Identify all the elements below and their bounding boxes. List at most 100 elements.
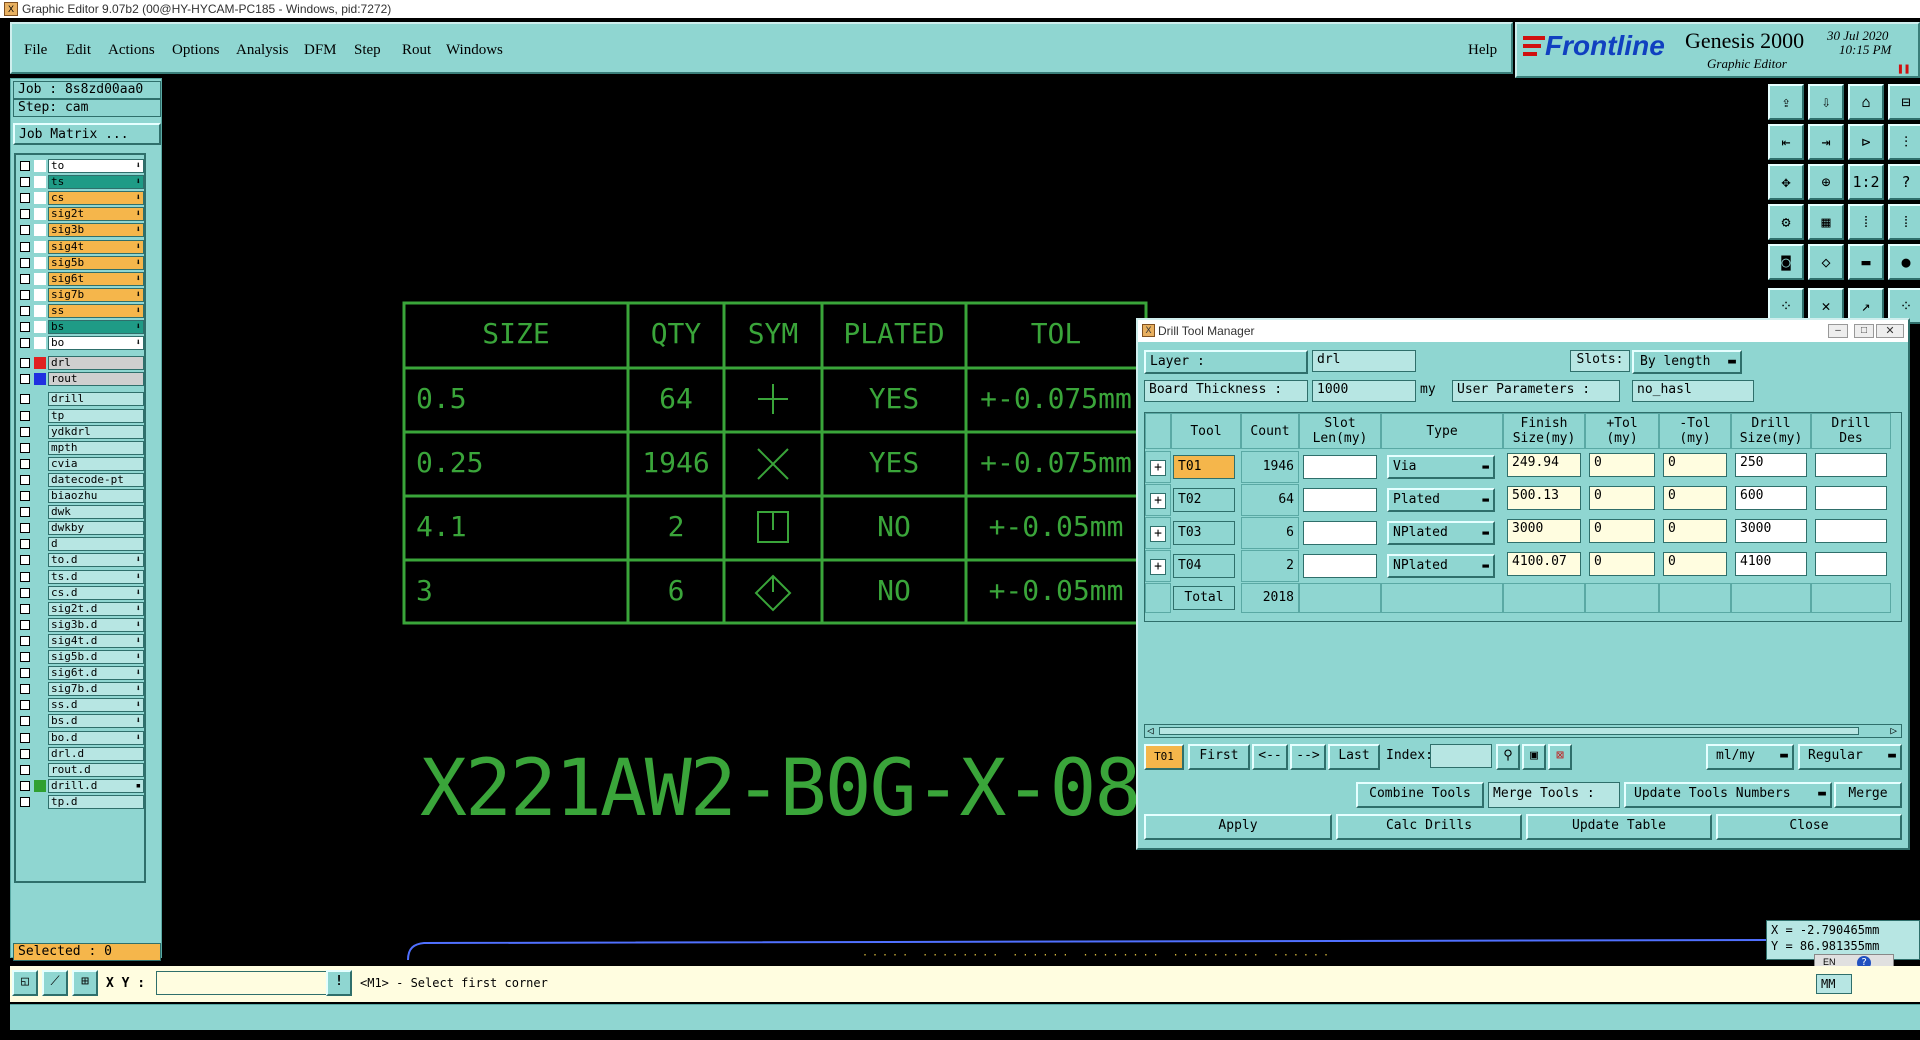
layer-context-icon[interactable]: ⬇: [136, 176, 141, 188]
layer-name[interactable]: dwkby: [48, 521, 144, 536]
close-icon[interactable]: ✕: [1876, 324, 1904, 338]
layer-context-icon[interactable]: ⬇: [136, 635, 141, 647]
layer-row[interactable]: to.d ⬇: [20, 553, 144, 568]
layer-context-icon[interactable]: ⬇: [136, 667, 141, 679]
layer-context-icon[interactable]: ⬇: [136, 289, 141, 301]
layer-checkbox[interactable]: [20, 394, 30, 405]
layer-row[interactable]: bo.d ⬇: [20, 730, 144, 745]
layer-context-icon[interactable]: ⬇: [136, 321, 141, 333]
layer-color-swatch[interactable]: [34, 337, 46, 350]
layer-color-swatch[interactable]: [34, 732, 46, 744]
update-table-button[interactable]: Update Table: [1526, 814, 1712, 840]
settings-icon[interactable]: ⚙: [1768, 204, 1804, 240]
layer-checkbox[interactable]: [20, 796, 30, 807]
layer-context-icon[interactable]: ⬇: [136, 305, 141, 317]
apply-button[interactable]: Apply: [1144, 814, 1332, 840]
minus-tol-input[interactable]: 0: [1663, 486, 1727, 510]
layer-checkbox[interactable]: [20, 289, 30, 300]
layer-checkbox[interactable]: [20, 684, 30, 695]
layer-name[interactable]: ss.d ⬇: [48, 698, 144, 713]
layer-name[interactable]: sig5b.d ⬇: [48, 650, 144, 664]
scroll-left-icon[interactable]: ◁: [1147, 724, 1154, 737]
layer-row[interactable]: bs.d ⬇: [20, 714, 144, 729]
layer-context-icon[interactable]: ⬇: [136, 603, 141, 615]
layer-color-swatch[interactable]: [34, 764, 46, 776]
import-icon[interactable]: ⇤: [1768, 124, 1804, 160]
layer-context-icon[interactable]: ⬇: [136, 732, 141, 744]
layer-row[interactable]: rout: [20, 372, 144, 387]
layer-name[interactable]: cs.d ⬇: [48, 585, 144, 600]
net2-icon[interactable]: ⁞: [1888, 204, 1920, 240]
layer-name[interactable]: sig7b.d ⬇: [48, 682, 144, 697]
layer-name[interactable]: drill.d ▪: [48, 778, 144, 793]
layer-name[interactable]: sig2t.d ⬇: [48, 601, 144, 616]
layer-context-icon[interactable]: ⬇: [136, 699, 141, 711]
layer-color-swatch[interactable]: [34, 587, 46, 599]
menu-analysis[interactable]: Analysis: [236, 42, 289, 59]
alert-icon[interactable]: !: [326, 970, 352, 996]
thickness-field[interactable]: 1000: [1312, 380, 1416, 402]
layer-checkbox[interactable]: [20, 257, 30, 268]
layer-row[interactable]: bo ⬇: [20, 336, 144, 351]
layer-color-swatch[interactable]: [34, 192, 46, 205]
layer-name[interactable]: drl: [48, 356, 144, 371]
grid-tool-icon[interactable]: ⊞: [72, 970, 98, 996]
layer-color-swatch[interactable]: [34, 796, 46, 808]
layer-row[interactable]: rout.d: [20, 762, 144, 777]
layer-name[interactable]: bo ⬇: [48, 336, 144, 351]
xy-input[interactable]: [156, 971, 330, 995]
layer-row[interactable]: sig2t ⬇: [20, 207, 144, 222]
layer-row[interactable]: tp: [20, 408, 144, 423]
export-icon[interactable]: ⇥: [1808, 124, 1844, 160]
layer-context-icon[interactable]: ⬇: [136, 587, 141, 599]
layer-color-swatch[interactable]: [34, 619, 46, 631]
plus-tol-input[interactable]: 0: [1589, 519, 1655, 543]
layer-color-swatch[interactable]: [34, 571, 46, 583]
search-icon[interactable]: ⚲: [1496, 744, 1520, 770]
layer-name[interactable]: sig6t.d ⬇: [48, 666, 144, 681]
layer-name[interactable]: sig6t ⬇: [48, 271, 144, 286]
layer-context-icon[interactable]: ⬇: [136, 571, 141, 583]
close-button[interactable]: Close: [1716, 814, 1902, 840]
menu-file[interactable]: File: [24, 42, 47, 59]
layer-row[interactable]: sig5b ⬇: [20, 255, 144, 270]
layer-color-swatch[interactable]: [34, 321, 46, 333]
layer-color-swatch[interactable]: [34, 393, 46, 405]
scroll-right-icon[interactable]: ▷: [1890, 724, 1897, 737]
layer-context-icon[interactable]: ⬇: [136, 224, 141, 236]
layer-checkbox[interactable]: [20, 491, 30, 501]
layer-checkbox[interactable]: [20, 716, 30, 727]
drill-des-input[interactable]: [1815, 519, 1887, 543]
menu-dfm[interactable]: DFM: [304, 42, 337, 59]
layer-checkbox[interactable]: [20, 764, 30, 775]
calc-drills-button[interactable]: Calc Drills: [1336, 814, 1522, 840]
layer-name[interactable]: drill: [48, 392, 144, 407]
help-icon[interactable]: ?: [1888, 164, 1920, 200]
layer-color-swatch[interactable]: [34, 506, 46, 518]
layer-name[interactable]: tp.d: [48, 794, 144, 809]
layer-color-swatch[interactable]: [34, 240, 46, 253]
layer-name[interactable]: sig4t ⬇: [48, 239, 144, 254]
layer-color-swatch[interactable]: [34, 651, 46, 663]
layer-checkbox[interactable]: [20, 555, 30, 566]
layer-checkbox[interactable]: [20, 426, 30, 437]
layer-checkbox[interactable]: [20, 571, 30, 582]
type-dropdown[interactable]: Via ▬: [1387, 455, 1495, 479]
layer-row[interactable]: drill.d ▪: [20, 778, 144, 793]
layer-color-swatch[interactable]: [34, 160, 46, 172]
layer-context-icon[interactable]: ⬇: [136, 192, 141, 204]
expand-icon[interactable]: +: [1150, 559, 1166, 575]
layer-color-swatch[interactable]: [34, 357, 46, 370]
slots-dropdown[interactable]: By length ▬: [1632, 350, 1742, 374]
layer-color-swatch[interactable]: [34, 603, 46, 615]
layer-row[interactable]: ts ⬇: [20, 175, 144, 190]
scale-icon[interactable]: 1:2: [1848, 164, 1884, 200]
layer-checkbox[interactable]: [20, 732, 30, 743]
user-params-field[interactable]: no_hasl: [1632, 380, 1754, 402]
next-button[interactable]: -->: [1290, 744, 1326, 770]
layer-color-swatch[interactable]: [34, 410, 46, 422]
delete-icon[interactable]: ⊠: [1548, 744, 1572, 770]
layer-color-swatch[interactable]: [34, 272, 46, 285]
layer-name[interactable]: ydkdrl: [48, 424, 144, 439]
net-icon[interactable]: ⁞: [1848, 204, 1884, 240]
